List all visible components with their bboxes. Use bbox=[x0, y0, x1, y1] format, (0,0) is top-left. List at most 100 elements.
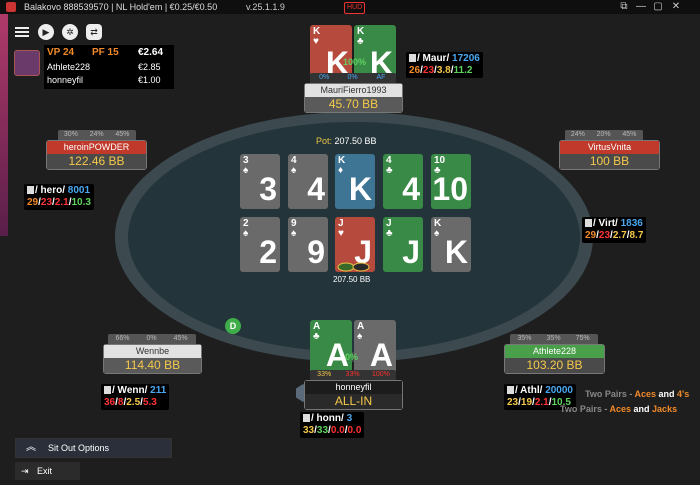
card-rank-large: 9 bbox=[307, 234, 325, 270]
player-stack: 122.46 BB bbox=[47, 154, 146, 169]
player-name: MauriFierro1993 bbox=[305, 84, 402, 97]
left-lower-stat-bar: 66% 0% 45% bbox=[108, 334, 196, 344]
hud-tag: / Wenn/ bbox=[112, 385, 148, 396]
hud-hands: 17206 bbox=[452, 53, 480, 64]
settings-icon[interactable]: ✲ bbox=[62, 24, 78, 40]
hint-prefix: Two Pairs - bbox=[585, 389, 635, 399]
right-upper-hud-stats[interactable]: / Virt/ 1836 29/23/2.7/8.7 bbox=[582, 217, 647, 243]
tag-icon[interactable]: ⇄ bbox=[86, 24, 102, 40]
player-name: Wennbe bbox=[104, 345, 201, 358]
card-rank-large: 10 bbox=[432, 171, 468, 207]
hud-af: 2.5 bbox=[126, 397, 141, 408]
hud-3bet: 5.3 bbox=[142, 397, 157, 408]
hint-prefix: Two Pairs - bbox=[560, 404, 610, 414]
card-rank-large: 3 bbox=[259, 171, 277, 207]
exit-button[interactable]: ⇥ Exit bbox=[15, 462, 80, 480]
card-suit: ♠ bbox=[357, 331, 363, 342]
card-suit: ♠ bbox=[243, 228, 249, 239]
exit-label: Exit bbox=[37, 466, 53, 476]
bar-value: 35% bbox=[517, 335, 532, 342]
board-card: 4 ♠ 4 bbox=[288, 154, 328, 209]
card-rank-large: J bbox=[402, 234, 420, 270]
board-card: 10 ♣ 10 bbox=[431, 154, 471, 209]
left-upper-player-nameplate[interactable]: heroinPOWDER 122.46 BB bbox=[46, 140, 147, 170]
menu-icon[interactable] bbox=[14, 24, 30, 40]
pf-stat: PF 15 bbox=[92, 47, 119, 58]
bar-value: AF bbox=[376, 74, 386, 81]
bar-value: 35% bbox=[546, 335, 561, 342]
top-equity: 100% bbox=[343, 57, 367, 67]
hud-tag: / honn/ bbox=[311, 413, 344, 424]
info-row-name: honneyfil bbox=[47, 75, 84, 85]
right-upper-stat-bar: 24% 20% 45% bbox=[565, 130, 643, 140]
hud-hands: 211 bbox=[150, 385, 167, 396]
hud-3bet: 8.7 bbox=[629, 230, 644, 241]
left-lower-player-nameplate[interactable]: Wennbe 114.40 BB bbox=[103, 344, 202, 374]
hero-nameplate[interactable]: honneyfil ALL-IN bbox=[304, 380, 403, 410]
right-lower-stat-bar: 35% 35% 75% bbox=[510, 334, 598, 344]
board-card: K ♦ K bbox=[335, 154, 375, 209]
info-row-name: Athlete228 bbox=[47, 62, 91, 72]
hero-equity: 0% bbox=[345, 352, 359, 362]
note-icon bbox=[303, 414, 310, 422]
info-row-value: €1.00 bbox=[138, 75, 161, 85]
sit-out-options-button[interactable]: ︽ Sit Out Options bbox=[15, 438, 172, 458]
app-icon bbox=[6, 2, 16, 12]
info-row-value: €2.85 bbox=[138, 62, 161, 72]
bar-value: 30% bbox=[63, 131, 78, 138]
hud-pfr: 23 bbox=[422, 65, 435, 76]
hud-vpip: 29 bbox=[585, 230, 597, 241]
minimize-icon[interactable]: — bbox=[634, 0, 648, 14]
hud-af: 2.7 bbox=[612, 230, 627, 241]
hero-hole-card: A ♣ A bbox=[310, 320, 352, 375]
hero-hud-stats[interactable]: / honn/ 3 33/33/0.0/0.0 bbox=[300, 412, 365, 438]
left-upper-hud-stats[interactable]: / hero/ 8001 29/23/2.1/10.3 bbox=[24, 184, 94, 210]
board-card: 9 ♠ 9 bbox=[288, 217, 328, 272]
hud-vpip: 36 bbox=[104, 397, 116, 408]
note-icon bbox=[27, 186, 34, 194]
hint-highlight: Aces bbox=[634, 389, 657, 399]
hud-tag: / Athl/ bbox=[515, 385, 543, 396]
top-hud-stats[interactable]: / Maur/ 17206 26/23/3.8/11.2 bbox=[406, 52, 483, 78]
play-icon[interactable]: ▶ bbox=[38, 24, 54, 40]
hint-highlight: 4's bbox=[677, 389, 690, 399]
card-rank-large: K bbox=[348, 171, 372, 207]
player-name: Athlete228 bbox=[505, 345, 604, 358]
hud-af: 2.1 bbox=[54, 197, 69, 208]
close-icon[interactable]: ✕ bbox=[669, 0, 683, 14]
maximize-icon[interactable]: ▢ bbox=[651, 0, 665, 14]
vp-stat: VP 24 bbox=[47, 47, 75, 58]
hud-af: 2.1 bbox=[534, 397, 549, 408]
player-name: heroinPOWDER bbox=[47, 141, 146, 154]
hand-strength-hint: Two Pairs - Aces and Jacks bbox=[560, 404, 677, 414]
card-rank-large: A bbox=[369, 337, 393, 373]
avatar[interactable] bbox=[14, 50, 40, 76]
bar-value: 45% bbox=[622, 131, 637, 138]
hud-tag: / Maur/ bbox=[417, 53, 450, 64]
hint-mid: and bbox=[631, 404, 653, 414]
card-suit: ♣ bbox=[386, 165, 393, 176]
chevron-up-icon: ︽ bbox=[26, 442, 36, 453]
hud-3bet: 11.2 bbox=[453, 65, 473, 76]
left-lower-hud-stats[interactable]: / Wenn/ 211 36/8/2.5/5.3 bbox=[101, 384, 170, 410]
board-card: 3 ♠ 3 bbox=[240, 154, 280, 209]
hud-badge[interactable]: HUD bbox=[344, 2, 366, 14]
top-player-nameplate[interactable]: MauriFierro1993 45.70 BB bbox=[304, 83, 403, 113]
player-name: VirtusVnita bbox=[560, 141, 659, 154]
right-lower-player-nameplate[interactable]: Athlete228 103.20 BB bbox=[504, 344, 605, 374]
card-rank-large: 4 bbox=[307, 171, 325, 207]
card-rank-large: K bbox=[444, 234, 468, 270]
player-stack: 103.20 BB bbox=[505, 358, 604, 373]
sit-out-label: Sit Out Options bbox=[48, 443, 110, 453]
card-suit: ♣ bbox=[313, 331, 320, 342]
session-info-panel: VP 24 PF 15 €2.64 Athlete228 €2.85 honne… bbox=[44, 45, 174, 89]
player-stack: 100 BB bbox=[560, 154, 659, 169]
hint-highlight: Jacks bbox=[652, 404, 678, 414]
note-icon bbox=[507, 386, 514, 394]
bar-value: 0% bbox=[347, 74, 358, 81]
tile-windows-icon[interactable]: ⧉ bbox=[617, 0, 631, 14]
note-icon bbox=[409, 54, 416, 62]
right-upper-player-nameplate[interactable]: VirtusVnita 100 BB bbox=[559, 140, 660, 170]
bar-value: 66% bbox=[115, 335, 130, 342]
bar-value: 24% bbox=[570, 131, 585, 138]
